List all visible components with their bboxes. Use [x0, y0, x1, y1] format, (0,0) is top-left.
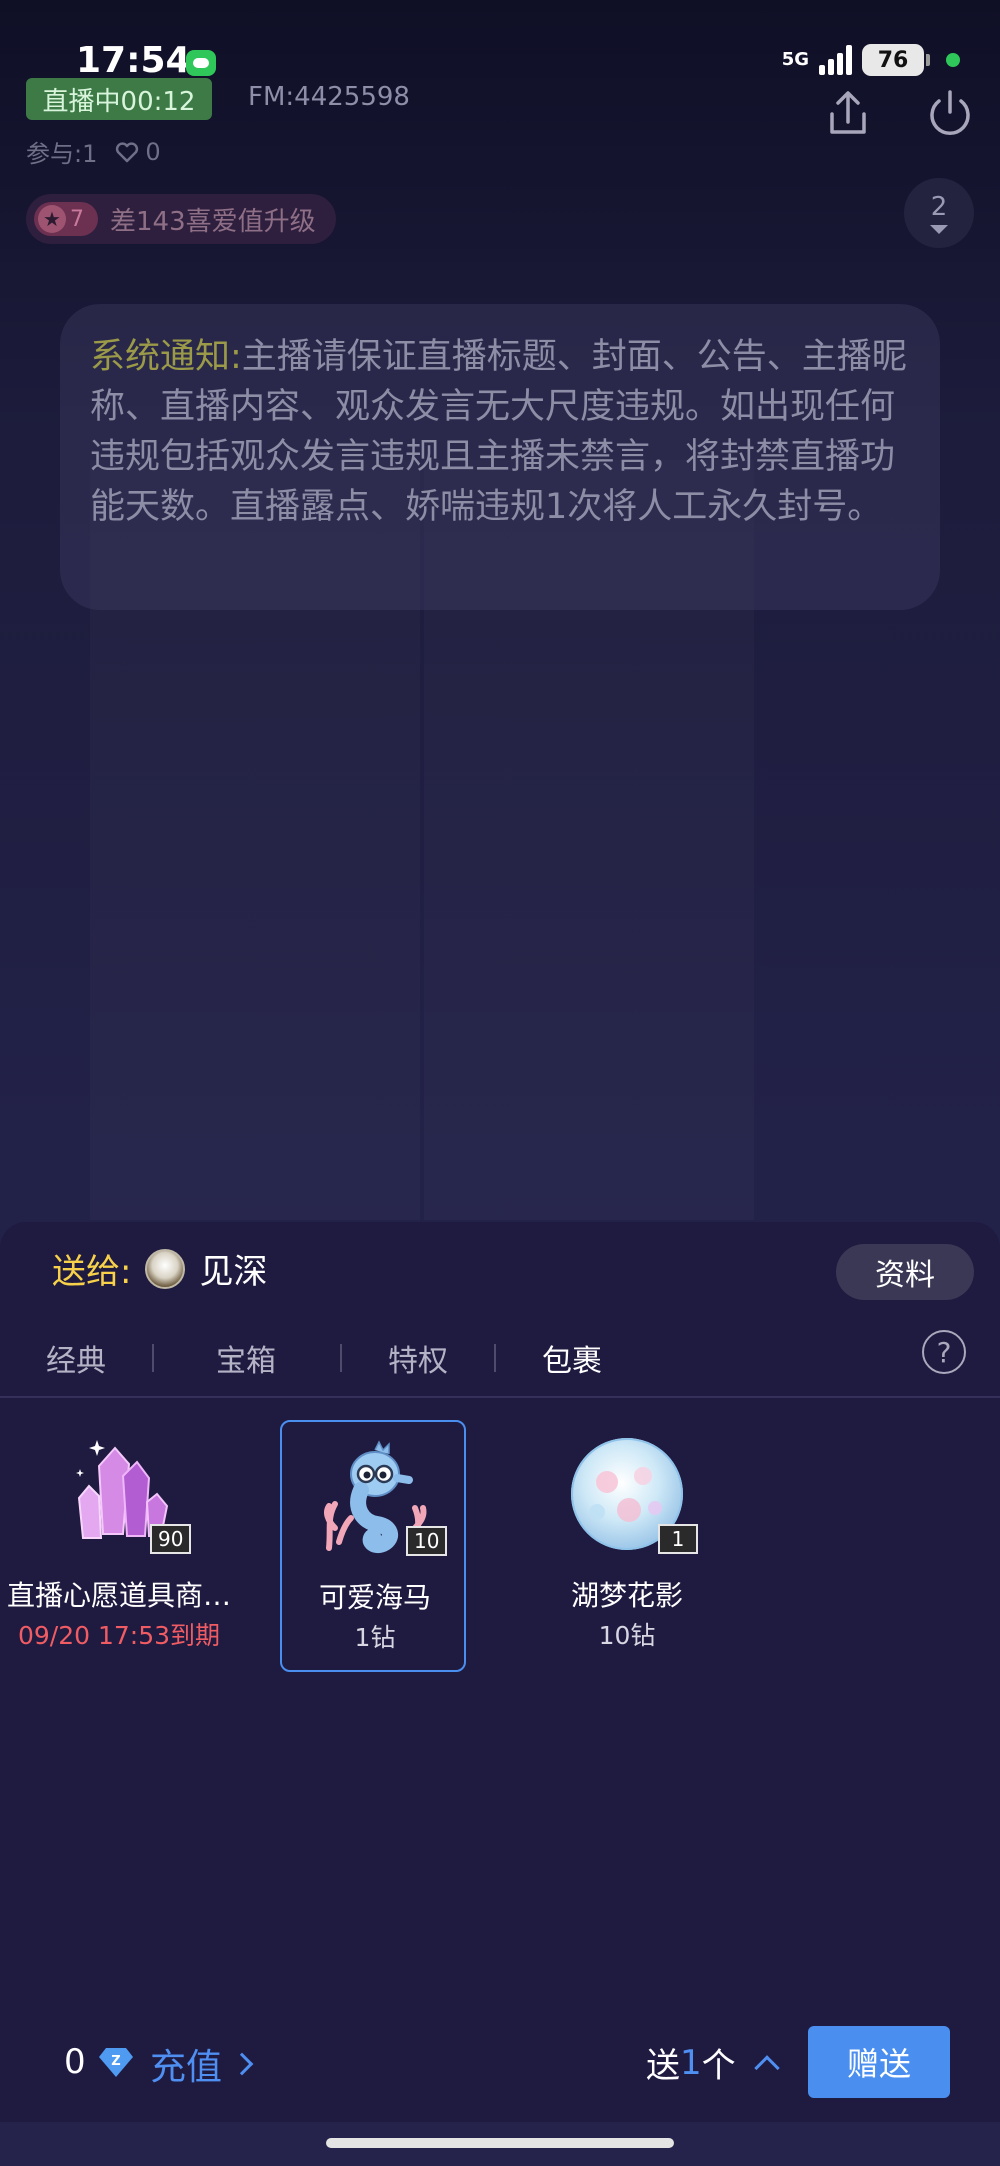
divider — [0, 1396, 1000, 1398]
level-upgrade-text: 差143喜爱值升级 — [110, 206, 316, 237]
like-count: 0 — [145, 137, 161, 166]
network-type: 5G — [781, 49, 809, 70]
online-count: 2 — [930, 191, 948, 222]
gift-send-bar: 0 Z 充值 送1个 赠送 — [0, 2026, 1000, 2106]
gift-panel: 送给: 见深 资料 经典 宝箱 特权 包裹 ? 90 直播心愿道具商… 09/2… — [0, 1222, 1000, 2122]
share-icon[interactable] — [822, 88, 874, 140]
gift-count-badge: 90 — [150, 1524, 192, 1554]
send-quantity-suffix: 个 — [701, 2046, 736, 2086]
privacy-indicator-icon — [946, 53, 960, 67]
home-indicator[interactable] — [326, 2138, 674, 2148]
online-count-button[interactable]: 2 — [904, 178, 974, 248]
diamond-balance: 0 — [64, 2042, 86, 2082]
participants-row: 参与:1 0 — [26, 134, 161, 169]
heart-icon — [116, 141, 139, 162]
status-indicators: 5G 76 — [782, 44, 960, 76]
tab-divider — [494, 1344, 496, 1372]
star-icon: ★ — [38, 205, 66, 233]
svg-text:Z: Z — [111, 2054, 120, 2069]
system-notice: 系统通知:主播请保证直播标题、封面、公告、主播昵称、直播内容、观众发言无大尺度违… — [60, 304, 940, 610]
battery-icon: 76 — [862, 44, 930, 76]
tab-divider — [152, 1344, 154, 1372]
signal-icon — [819, 45, 852, 75]
gift-price: 1钻 — [354, 1623, 396, 1652]
tab-privilege[interactable]: 特权 — [388, 1336, 448, 1380]
chevron-up-icon — [753, 2054, 780, 2081]
gift-count-badge: 1 — [658, 1524, 698, 1554]
send-to: 送给: 见深 — [52, 1244, 267, 1293]
chevron-right-icon — [230, 2052, 254, 2076]
tab-treasure-box[interactable]: 宝箱 — [216, 1336, 276, 1380]
recipient-name: 见深 — [199, 1252, 268, 1292]
live-room-screen: 17:54 5G 76 直播中00:12 FM:4425598 参与:1 0 ★… — [0, 0, 1000, 2166]
gift-count-badge: 10 — [406, 1526, 448, 1556]
live-duration-badge: 直播中00:12 — [26, 78, 212, 120]
profile-button[interactable]: 资料 — [836, 1244, 974, 1300]
send-quantity: 1 — [680, 2042, 702, 2083]
gift-name: 湖梦花影 — [570, 1579, 683, 1612]
avatar[interactable] — [145, 1248, 186, 1289]
tab-classic[interactable]: 经典 — [46, 1336, 106, 1380]
level-badge: ★ 7 — [34, 202, 98, 236]
caret-down-icon — [930, 224, 948, 234]
level-progress-pill[interactable]: ★ 7 差143喜爱值升级 — [26, 194, 336, 244]
system-notice-label: 系统通知: — [90, 337, 242, 377]
gift-tabs: 经典 宝箱 特权 包裹 ? — [0, 1330, 1000, 1390]
participant-count: 参与:1 — [26, 140, 98, 168]
tab-divider — [340, 1344, 342, 1372]
send-quantity-selector[interactable]: 送1个 — [646, 2038, 780, 2087]
send-gift-button[interactable]: 赠送 — [808, 2026, 950, 2098]
status-time: 17:54 — [76, 40, 191, 81]
recharge-label: 充值 — [150, 2047, 223, 2088]
help-icon[interactable]: ? — [922, 1330, 966, 1374]
gift-item-selected[interactable]: 10 可爱海马 1钻 — [280, 1420, 466, 1672]
gift-name: 直播心愿道具商… — [6, 1579, 231, 1612]
power-icon[interactable] — [924, 88, 976, 140]
gift-name: 可爱海马 — [318, 1581, 431, 1614]
level-value: 7 — [70, 206, 84, 232]
send-to-label: 送给: — [52, 1252, 132, 1292]
fm-id: FM:4425598 — [248, 82, 410, 112]
recharge-button[interactable]: 充值 — [150, 2038, 254, 2090]
diamond-icon: Z — [99, 2048, 133, 2077]
send-quantity-prefix: 送 — [646, 2046, 680, 2086]
gift-price: 10钻 — [598, 1621, 656, 1650]
gift-item[interactable]: 1 湖梦花影 10钻 — [534, 1420, 720, 1672]
tab-package[interactable]: 包裹 — [542, 1336, 602, 1380]
gift-expiry: 09/20 17:53到期 — [17, 1621, 221, 1650]
likes: 0 — [115, 137, 161, 166]
chat-notification-icon — [186, 50, 216, 76]
gift-item[interactable]: 90 直播心愿道具商… 09/20 17:53到期 — [7, 1420, 231, 1672]
